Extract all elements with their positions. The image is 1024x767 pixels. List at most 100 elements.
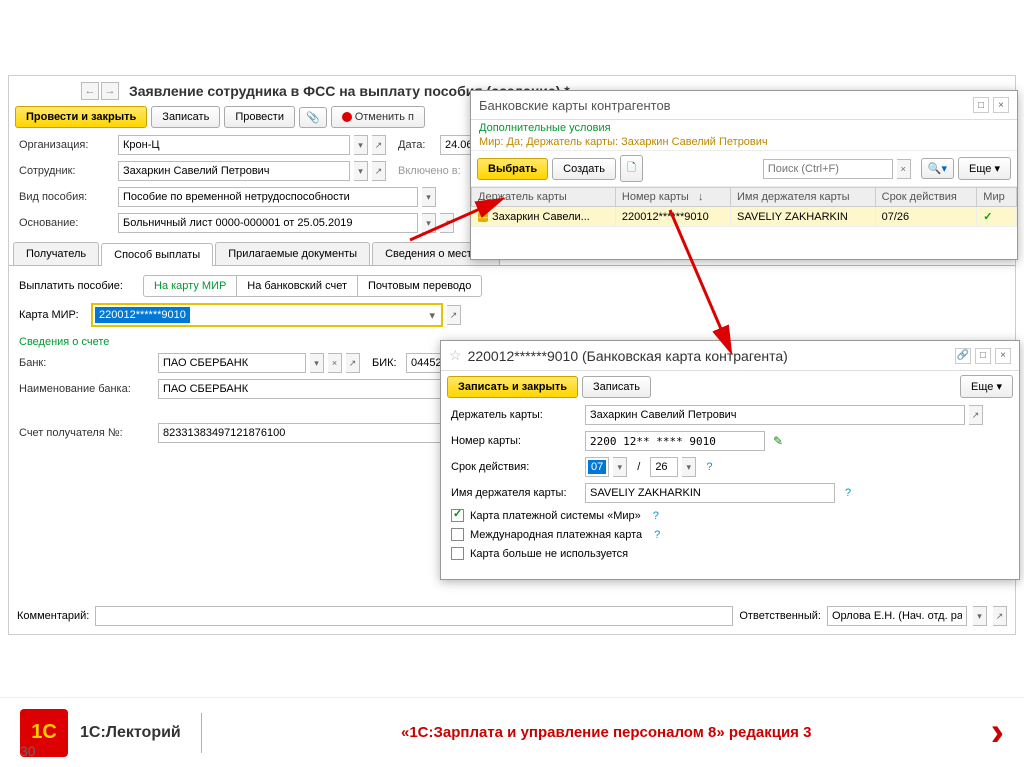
responsible-dropdown[interactable]: ▾ [973,606,987,626]
create-button[interactable]: Создать [552,158,616,180]
card-holder-open[interactable]: ↗ [969,405,983,425]
holder-name-input[interactable] [585,483,835,503]
expiry-help-icon[interactable]: ? [706,461,712,473]
search-clear[interactable]: × [897,159,911,179]
responsible-input[interactable] [827,606,967,626]
benefit-type-label: Вид пособия: [19,191,114,203]
payout-row: Выплатить пособие: На карту МИР На банко… [9,272,1015,300]
cancel-button[interactable]: Отменить п [331,106,425,128]
save-and-close-button[interactable]: Записать и закрыть [447,376,578,398]
expiry-separator: / [631,461,646,473]
tab-recipient[interactable]: Получатель [13,242,99,265]
cell-mir: ✓ [977,207,1017,227]
expiry-month-input[interactable]: 07 [585,457,609,477]
select-button[interactable]: Выбрать [477,158,548,180]
mir-card-field[interactable]: 220012******9010 ▾ [91,303,443,327]
bank-input[interactable] [158,353,306,373]
refresh-button[interactable]: 🗋 [620,155,643,182]
card-holder-input[interactable] [585,405,965,425]
card-number-row: Номер карты: ✎ [441,428,1019,454]
comment-row: Комментарий: Ответственный: ▾ ↗ [13,602,1011,630]
search-input[interactable] [763,159,893,179]
employee-label: Сотрудник: [19,165,114,177]
bik-label: БИК: [372,357,402,369]
holder-name-help-icon[interactable]: ? [845,487,851,499]
expiry-year-dropdown[interactable]: ▾ [682,457,696,477]
extra-conditions-link[interactable]: Дополнительные условия [479,122,1009,134]
popup1-title: Банковские карты контрагентов [479,98,969,113]
employee-open[interactable]: ↗ [372,161,386,181]
tab-attachments[interactable]: Прилагаемые документы [215,242,370,265]
expiry-month-dropdown[interactable]: ▾ [613,457,627,477]
mir-checkbox-row: Карта платежной системы «Мир» ? [441,506,1019,525]
favorite-star-icon[interactable]: ☆ [449,347,462,364]
nav-back-button[interactable]: ← [81,82,99,100]
card-holder-row: Держатель карты: ↗ [441,402,1019,428]
org-input[interactable] [118,135,350,155]
popup2-link-button[interactable]: 🔗 [955,348,971,364]
org-dropdown[interactable]: ▾ [354,135,368,155]
popup2-save-button[interactable]: Записать [582,376,651,398]
popup2-maximize-button[interactable]: □ [975,348,991,364]
popup1-more-button[interactable]: Еще ▾ [958,157,1011,180]
mir-card-value: 220012******9010 [95,307,190,323]
page-number: 30 [20,743,36,759]
nav-buttons: ← → [19,82,119,100]
disabled-checkbox[interactable] [451,547,464,560]
footer-divider [201,713,202,753]
benefit-type-input[interactable] [118,187,418,207]
bank-clear[interactable]: × [328,353,342,373]
popup1-extra-conditions: Дополнительные условия Мир: Да; Держател… [471,120,1017,150]
mir-checkbox[interactable] [451,509,464,522]
intl-help-icon[interactable]: ? [654,529,660,541]
card-number-label: Номер карты: [451,435,581,447]
submit-button[interactable]: Провести [224,106,295,128]
responsible-open[interactable]: ↗ [993,606,1007,626]
intl-checkbox-label: Международная платежная карта [470,529,642,541]
expiry-year-input[interactable] [650,457,678,477]
popup2-more-button[interactable]: Еще ▾ [960,375,1013,398]
intl-checkbox-row: Международная платежная карта ? [441,525,1019,544]
payout-options: На карту МИР На банковский счет Почтовым… [143,275,482,297]
org-open[interactable]: ↗ [372,135,386,155]
disabled-checkbox-row: Карта больше не используется [441,544,1019,563]
tab-payment-method[interactable]: Способ выплаты [101,243,213,266]
popup1-toolbar: Выбрать Создать 🗋 × 🔍▾ Еще ▾ [471,150,1017,187]
col-expiry[interactable]: Срок действия [875,188,977,207]
bank-open[interactable]: ↗ [346,353,360,373]
col-mir[interactable]: Мир [977,188,1017,207]
account-label: Счет получателя №: [19,427,154,439]
cell-expiry: 07/26 [875,207,977,227]
next-slide-arrow[interactable]: › [991,710,1004,755]
payout-post-option[interactable]: Почтовым переводо [358,276,481,296]
attach-button[interactable]: 📎 [299,107,327,128]
employee-dropdown[interactable]: ▾ [354,161,368,181]
comment-label: Комментарий: [17,610,89,622]
popup2-close-button[interactable]: × [995,348,1011,364]
popup1-maximize-button[interactable]: □ [973,97,989,113]
submit-and-close-button[interactable]: Провести и закрыть [15,106,147,128]
bank-name-label: Наименование банка: [19,383,154,395]
mir-card-dropdown-icon[interactable]: ▾ [425,309,439,322]
basis-input[interactable] [118,213,418,233]
nav-forward-button[interactable]: → [101,82,119,100]
edit-icon[interactable]: ✎ [773,434,783,448]
annotation-arrow-1 [400,180,520,250]
holder-name-label: Имя держателя карты: [451,487,581,499]
filter-text: Мир: Да; Держатель карты: Захаркин Савел… [479,136,1009,148]
payout-bank-option[interactable]: На банковский счет [237,276,358,296]
save-button[interactable]: Записать [151,106,220,128]
bank-name-input[interactable] [158,379,448,399]
card-number-input[interactable] [585,431,765,451]
payout-mir-option[interactable]: На карту МИР [144,276,237,296]
search-button[interactable]: 🔍▾ [921,158,954,179]
date-label: Дата: [398,139,436,151]
mir-help-icon[interactable]: ? [653,510,659,522]
bank-dropdown[interactable]: ▾ [310,353,324,373]
comment-input[interactable] [95,606,733,626]
mir-card-open[interactable]: ↗ [447,305,461,325]
account-input[interactable] [158,423,448,443]
intl-checkbox[interactable] [451,528,464,541]
employee-input[interactable] [118,161,350,181]
popup1-close-button[interactable]: × [993,97,1009,113]
